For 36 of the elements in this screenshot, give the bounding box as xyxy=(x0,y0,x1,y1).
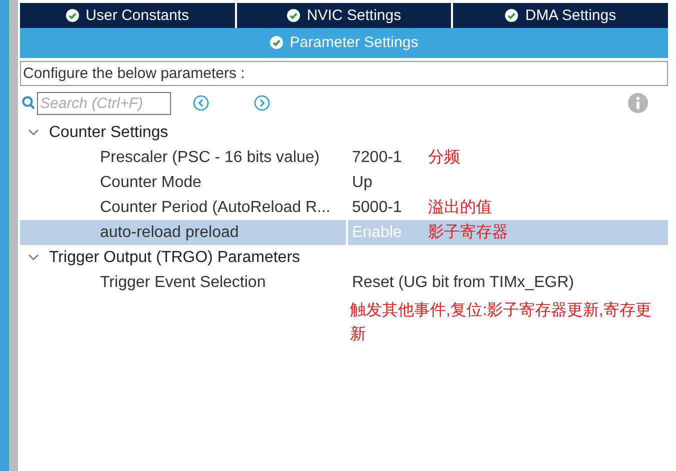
parameter-label: Trigger Event Selection xyxy=(99,274,267,292)
parameter-row[interactable]: Counter Mode Up xyxy=(20,170,668,195)
group-label: Counter Settings xyxy=(49,124,168,142)
check-circle-icon xyxy=(286,9,300,22)
tab[interactable]: User Constants xyxy=(20,3,235,28)
check-circle-icon xyxy=(66,9,79,22)
annotation-text: 影子寄存器 xyxy=(428,222,508,243)
search-icon xyxy=(22,96,35,110)
parameter-row[interactable]: Trigger Event Selection Reset (UG bit from TIMx_EGR) xyxy=(20,270,668,295)
parameter-value: 5000-1 xyxy=(351,198,403,218)
parameter-row[interactable]: Counter Period (AutoReload R... 5000-1 溢出的值 xyxy=(20,195,668,220)
parameter-label: Prescaler (PSC - 16 bits value) xyxy=(99,148,321,166)
previous-icon[interactable] xyxy=(193,95,209,111)
tab[interactable]: NVIC Settings xyxy=(236,3,452,28)
parameter-value: Enable xyxy=(346,220,424,245)
group-label: Trigger Output (TRGO) Parameters xyxy=(49,248,300,266)
parameter-label: Counter Mode xyxy=(99,174,202,192)
parameter-row[interactable]: Prescaler (PSC - 16 bits value) 7200-1 分频 xyxy=(20,145,668,170)
parameter-value: Reset (UG bit from TIMx_EGR) xyxy=(351,272,574,292)
search-field[interactable]: Search (Ctrl+F) xyxy=(37,92,171,114)
parameter-row[interactable]: auto-reload preload Enable 影子寄存器 xyxy=(20,220,668,245)
parameter-value: Up xyxy=(351,172,374,192)
next-icon[interactable] xyxy=(254,95,270,111)
check-circle-icon xyxy=(270,36,283,48)
info-icon[interactable] xyxy=(628,93,648,113)
check-circle-icon xyxy=(505,9,518,22)
chevron-icon[interactable] xyxy=(28,254,39,261)
description-field: Configure the below parameters : xyxy=(20,61,668,86)
annotation-text: 分频 xyxy=(428,148,460,168)
parameter-label: Counter Period (AutoReload R... xyxy=(99,198,332,216)
annotation-text: 溢出的值 xyxy=(428,198,492,218)
tab[interactable]: DMA Settings xyxy=(453,3,668,28)
annotation-text: 触发其他事件,复位:影子寄存器更新,寄存更新 xyxy=(350,300,652,345)
chevron-icon[interactable] xyxy=(28,129,39,136)
parameter-value: 7200-1 xyxy=(351,148,403,168)
parameter-label: auto-reload preload xyxy=(99,224,240,242)
